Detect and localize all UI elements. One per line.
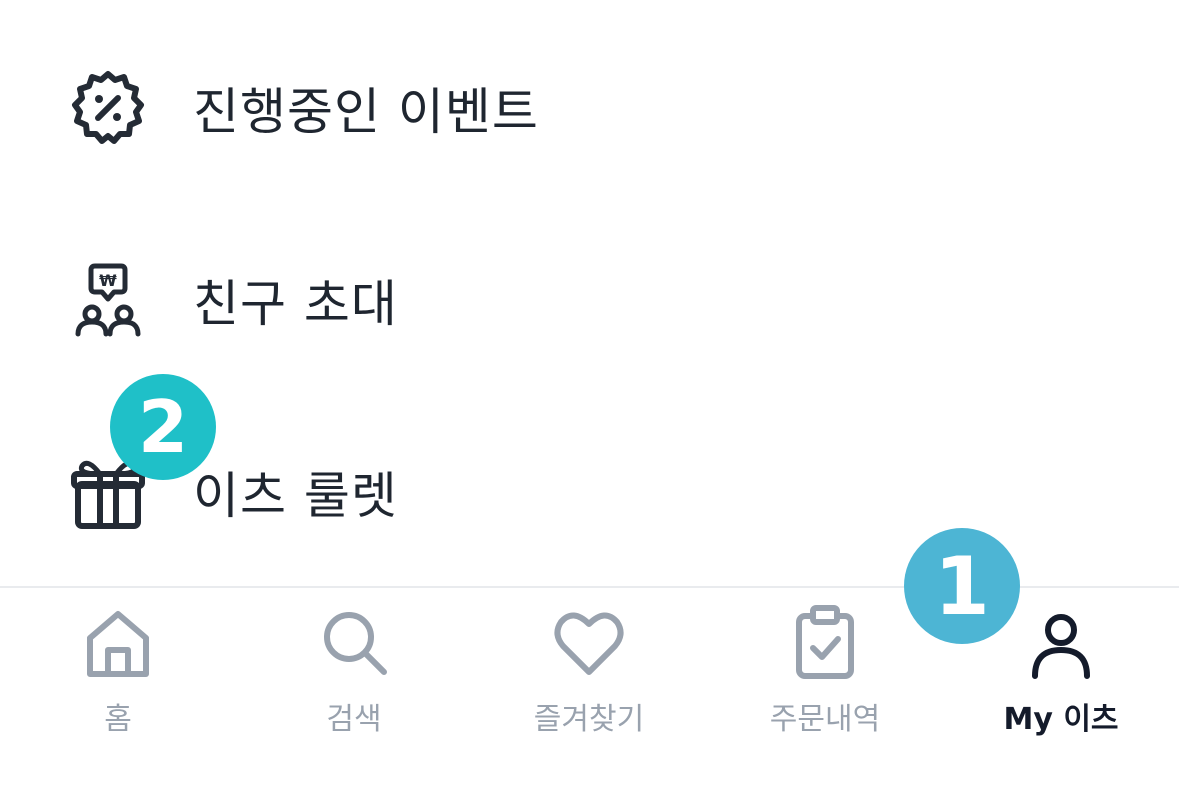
tab-label-home: 홈 bbox=[104, 702, 132, 737]
search-icon bbox=[314, 602, 394, 682]
clipboard-check-icon bbox=[785, 602, 865, 682]
tab-orders[interactable]: 주문내역 bbox=[707, 588, 943, 748]
invite-friends-icon: ₩ bbox=[68, 260, 148, 340]
home-icon bbox=[78, 602, 158, 682]
page: 진행중인 이벤트 ₩ 친구 초대 이츠 룰렛 2 홈 검색 즐겨찾기 주문내역 … bbox=[0, 0, 1179, 803]
heart-icon bbox=[549, 602, 629, 682]
step-badge-2: 2 bbox=[110, 374, 216, 480]
tab-favorites[interactable]: 즐겨찾기 bbox=[471, 588, 707, 748]
tab-label-orders: 주문내역 bbox=[769, 702, 881, 737]
tab-label-favorites: 즐겨찾기 bbox=[533, 702, 645, 737]
svg-text:₩: ₩ bbox=[99, 271, 117, 290]
tab-label-search: 검색 bbox=[326, 702, 382, 737]
tab-home[interactable]: 홈 bbox=[0, 588, 236, 748]
user-icon bbox=[1021, 602, 1101, 682]
menu-label-invite: 친구 초대 bbox=[193, 275, 398, 333]
tab-label-my-eats: My 이츠 bbox=[1003, 702, 1119, 737]
discount-badge-icon bbox=[68, 68, 148, 148]
tab-search[interactable]: 검색 bbox=[236, 588, 472, 748]
menu-item-events[interactable]: 진행중인 이벤트 bbox=[0, 48, 1179, 168]
menu-label-roulette: 이츠 룰렛 bbox=[193, 467, 398, 525]
menu-label-events: 진행중인 이벤트 bbox=[193, 83, 539, 141]
menu-item-invite[interactable]: ₩ 친구 초대 bbox=[0, 240, 1179, 360]
step-badge-1: 1 bbox=[904, 528, 1020, 644]
